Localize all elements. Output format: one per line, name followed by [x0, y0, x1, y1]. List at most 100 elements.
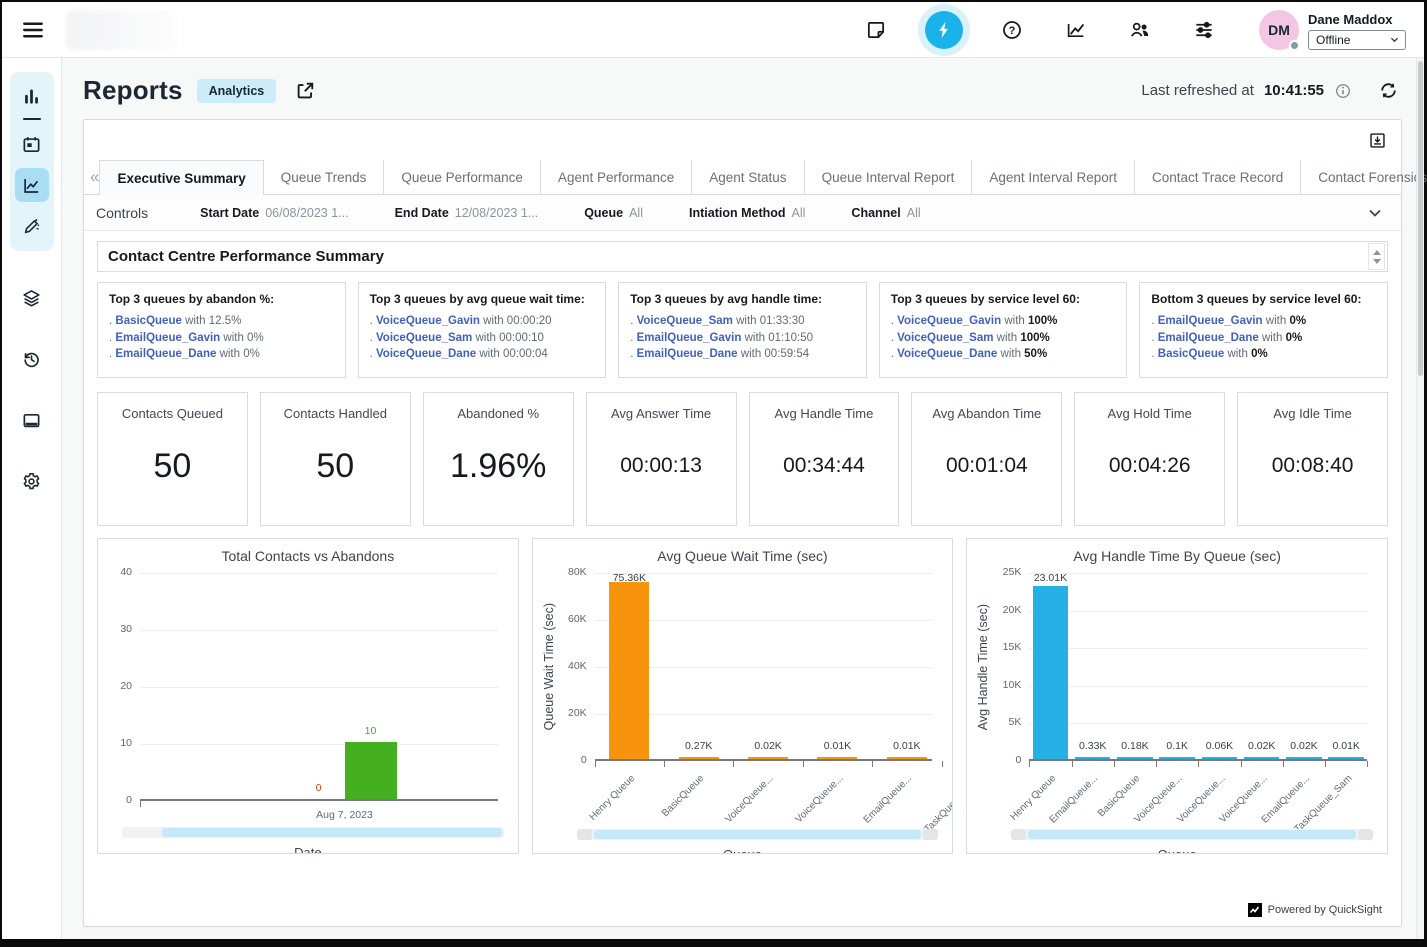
chart-x-scrollbar[interactable] — [1011, 829, 1373, 840]
y-tick-label: 20K — [991, 604, 1021, 616]
filter-channel[interactable]: ChannelAll — [851, 206, 920, 220]
tabs-scroll-left-icon[interactable]: « — [90, 160, 99, 194]
queue-link[interactable]: BasicQueue — [115, 315, 181, 327]
bar — [887, 757, 927, 760]
queue-link[interactable]: EmailQueue_Gavin — [637, 332, 742, 344]
insight-item: . EmailQueue_Dane with 00:59:54 — [630, 346, 855, 363]
help-icon[interactable]: ? — [997, 15, 1027, 45]
x-axis-tick — [1198, 761, 1199, 767]
bar — [1286, 757, 1321, 760]
quick-actions-lightning-icon[interactable] — [925, 11, 963, 49]
chart-title: Avg Queue Wait Time (sec) — [541, 548, 945, 564]
sidebar-item-window[interactable] — [15, 403, 49, 437]
page-scrollbar[interactable] — [1416, 58, 1424, 939]
x-axis-label: Date — [106, 845, 510, 854]
sidebar-item-dashboard[interactable] — [15, 79, 49, 113]
gridline — [140, 630, 498, 631]
queue-link[interactable]: EmailQueue_Gavin — [1158, 315, 1263, 327]
chart-x-scrollbar-thumb[interactable] — [162, 828, 502, 837]
queue-link[interactable]: VoiceQueue_Dane — [897, 348, 997, 360]
chart-x-scrollbar-thumb[interactable] — [594, 830, 922, 839]
sidebar-item-layers[interactable] — [15, 281, 49, 315]
metrics-icon[interactable] — [1061, 15, 1091, 45]
tab-contact-trace-record[interactable]: Contact Trace Record — [1134, 160, 1300, 194]
queue-link[interactable]: EmailQueue_Dane — [637, 348, 738, 360]
info-icon[interactable] — [1334, 82, 1352, 100]
scrollbar-cap — [577, 829, 592, 840]
tab-queue-performance[interactable]: Queue Performance — [383, 160, 540, 194]
chart-x-scrollbar[interactable] — [122, 827, 504, 838]
svg-text:?: ? — [1009, 24, 1016, 36]
hamburger-menu-icon[interactable] — [18, 15, 48, 45]
sidebar-item-reports[interactable] — [15, 168, 49, 202]
filter-start-date[interactable]: Start Date06/08/2023 1... — [200, 206, 348, 220]
y-tick-label: 20 — [106, 680, 132, 692]
filter-intiation-method[interactable]: Intiation MethodAll — [689, 206, 805, 220]
refresh-icon[interactable] — [1376, 79, 1400, 103]
insight-item: . EmailQueue_Dane with 0% — [109, 346, 334, 363]
summary-bar: Contact Centre Performance Summary — [97, 241, 1388, 272]
bar — [748, 757, 788, 760]
kpi-label: Avg Handle Time — [775, 406, 874, 421]
filter-queue[interactable]: QueueAll — [584, 206, 643, 220]
insight-title: Top 3 queues by avg handle time: — [630, 292, 855, 306]
queue-link[interactable]: EmailQueue_Gavin — [115, 332, 220, 344]
stepper-down-icon[interactable] — [1373, 259, 1381, 264]
avatar-initials: DM — [1268, 22, 1290, 38]
users-icon[interactable] — [1125, 15, 1155, 45]
tab-queue-trends[interactable]: Queue Trends — [264, 160, 384, 194]
page-scrollbar-thumb[interactable] — [1418, 61, 1423, 376]
note-icon[interactable] — [861, 15, 891, 45]
stepper-up-icon[interactable] — [1373, 250, 1381, 255]
insight-item: . EmailQueue_Dane with 0% — [1151, 330, 1376, 347]
filter-end-date[interactable]: End Date12/08/2023 1... — [395, 206, 539, 220]
sidebar-item-schedule[interactable] — [15, 127, 49, 161]
queue-link[interactable]: EmailQueue_Dane — [1158, 332, 1259, 344]
tab-contact-forensics[interactable]: Contact Forensics — [1300, 160, 1427, 194]
queue-link[interactable]: EmailQueue_Dane — [115, 348, 216, 360]
sidebar-item-settings[interactable] — [15, 464, 49, 498]
agent-status-select[interactable]: Offline — [1308, 30, 1406, 50]
queue-link[interactable]: VoiceQueue_Gavin — [897, 315, 1001, 327]
chart-x-scrollbar-thumb[interactable] — [1028, 830, 1356, 839]
summary-stepper[interactable] — [1368, 243, 1385, 270]
preferences-sliders-icon[interactable] — [1189, 15, 1219, 45]
tabs-row: « Executive SummaryQueue TrendsQueue Per… — [84, 160, 1401, 195]
insight-strong-value: 0% — [1251, 348, 1268, 360]
download-icon[interactable] — [1365, 128, 1389, 152]
gridline — [140, 687, 498, 688]
kpi-value: 50 — [316, 421, 354, 525]
y-tick-label: 0 — [557, 754, 587, 766]
bar-value-label: 0.01K — [1314, 740, 1378, 752]
tab-agent-interval-report[interactable]: Agent Interval Report — [971, 160, 1134, 194]
tab-agent-performance[interactable]: Agent Performance — [540, 160, 691, 194]
controls-label: Controls — [96, 205, 148, 221]
sheet-content: Contact Centre Performance Summary Top 3… — [84, 231, 1401, 926]
queue-link[interactable]: VoiceQueue_Sam — [897, 332, 993, 344]
bar-value-label: 10 — [339, 725, 403, 737]
filter-value: All — [629, 206, 643, 220]
queue-link[interactable]: VoiceQueue_Dane — [376, 348, 476, 360]
avatar[interactable]: DM — [1259, 10, 1299, 50]
open-external-icon[interactable] — [292, 78, 318, 104]
queue-link[interactable]: VoiceQueue_Sam — [637, 315, 733, 327]
x-tick-label: TaskQueue_Sam — [1196, 768, 1346, 786]
kpi-label: Avg Idle Time — [1273, 406, 1352, 421]
kpi-value: 00:04:26 — [1109, 421, 1191, 525]
bar-value-label: 0.01K — [805, 740, 869, 752]
tab-executive-summary[interactable]: Executive Summary — [99, 160, 263, 195]
user-block: DM Dane Maddox Offline — [1259, 10, 1406, 50]
bar-value-label: 0.02K — [736, 740, 800, 752]
controls-collapse-icon[interactable] — [1363, 201, 1387, 225]
queue-link[interactable]: BasicQueue — [1158, 348, 1224, 360]
tab-agent-status[interactable]: Agent Status — [691, 160, 803, 194]
queue-link[interactable]: VoiceQueue_Sam — [376, 332, 472, 344]
sidebar-item-history[interactable] — [15, 342, 49, 376]
insight-item: . VoiceQueue_Sam with 01:33:30 — [630, 313, 855, 330]
queue-link[interactable]: VoiceQueue_Gavin — [376, 315, 480, 327]
dashboard-panel: « Executive SummaryQueue TrendsQueue Per… — [83, 119, 1402, 927]
tab-queue-interval-report[interactable]: Queue Interval Report — [804, 160, 972, 194]
chart-x-scrollbar[interactable] — [577, 829, 939, 840]
x-axis-tick — [1114, 761, 1115, 767]
sidebar-item-customize[interactable] — [15, 209, 49, 243]
